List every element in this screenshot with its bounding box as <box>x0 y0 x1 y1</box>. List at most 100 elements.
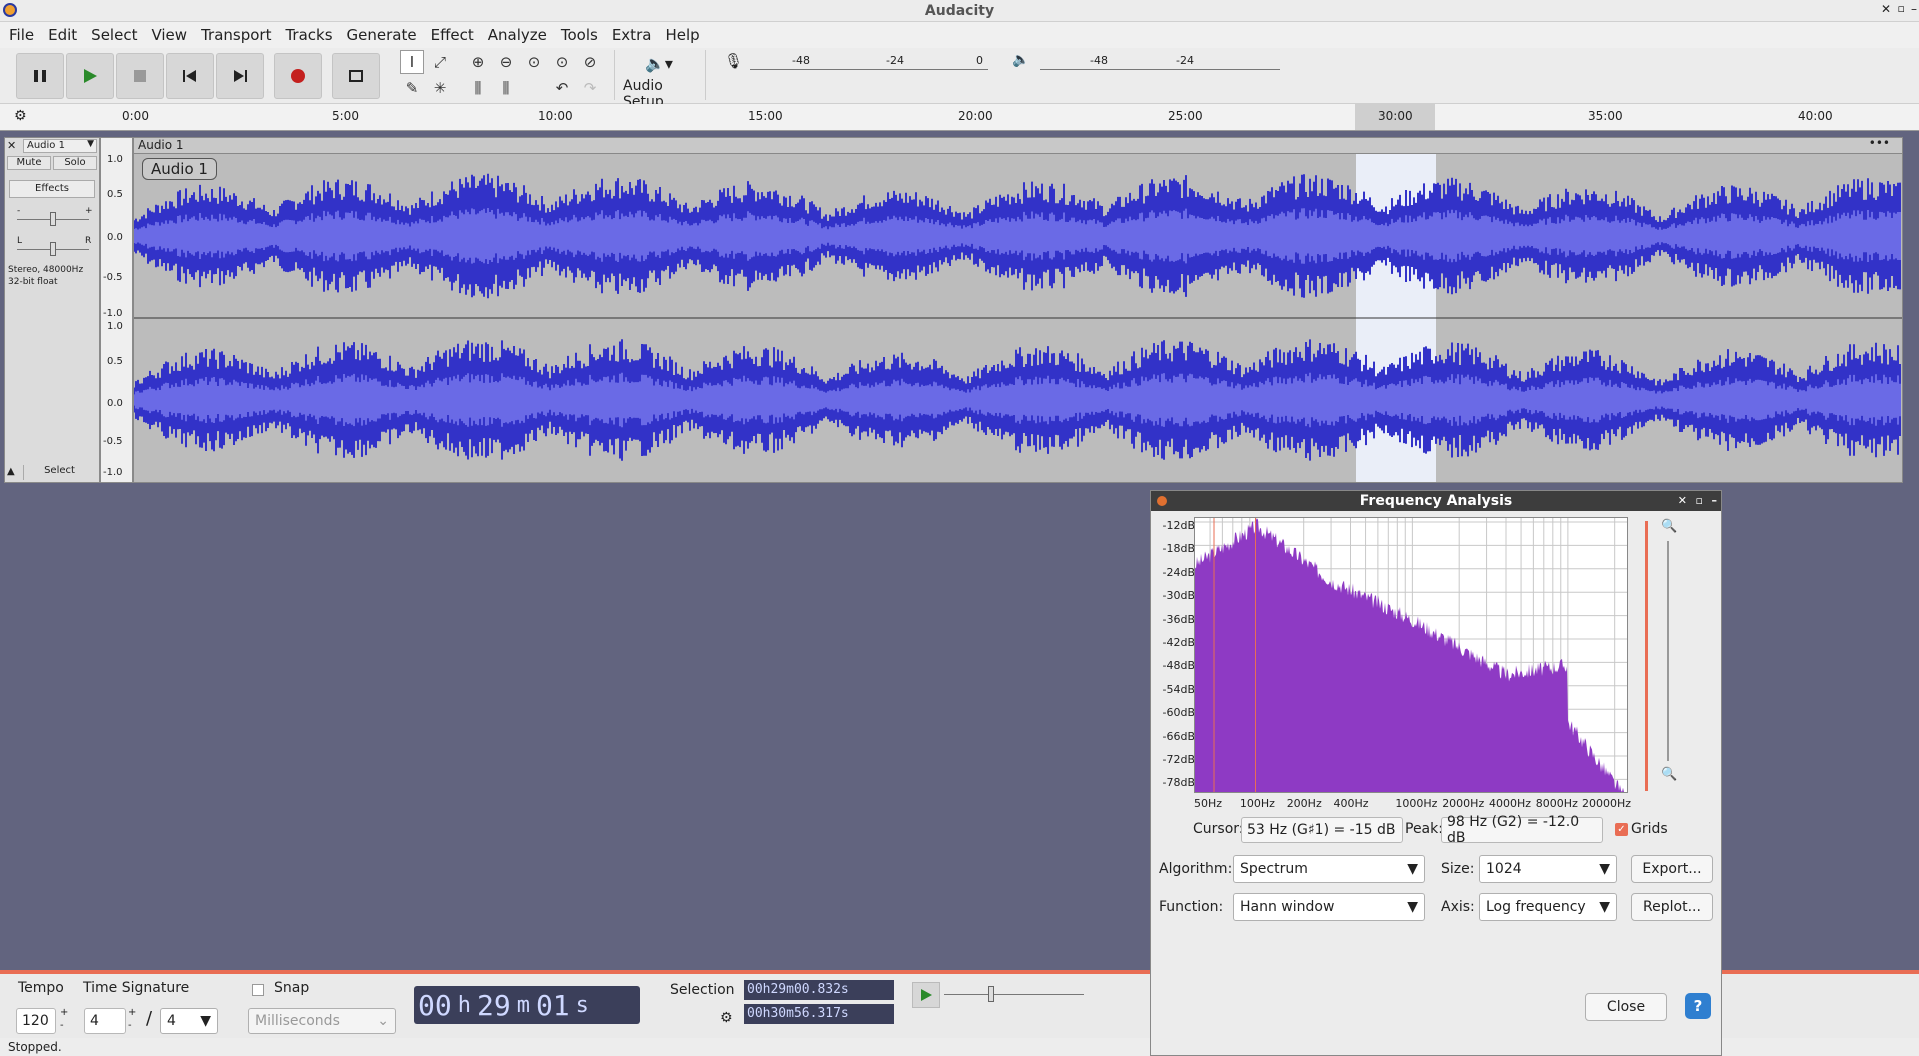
spectrum-scroll[interactable] <box>1645 521 1648 791</box>
microphone-icon[interactable]: 🎙 <box>724 52 743 70</box>
play-at-speed-button[interactable] <box>912 982 940 1008</box>
timeline-settings-icon[interactable]: ⚙ <box>14 108 27 124</box>
algorithm-value: Spectrum <box>1240 861 1308 877</box>
skip-start-button[interactable] <box>166 53 214 99</box>
cursor-label: Cursor: <box>1193 821 1244 837</box>
selection-start[interactable]: 00h29m00.832s <box>744 980 894 1000</box>
audacity-logo-icon <box>3 3 17 17</box>
menu-generate[interactable]: Generate <box>340 26 424 44</box>
menu-file[interactable]: File <box>2 26 41 44</box>
timeline-ruler[interactable]: ⚙ 0:00 5:00 10:00 15:00 20:00 25:00 30:0… <box>0 104 1919 131</box>
menu-transport[interactable]: Transport <box>194 26 278 44</box>
grids-checkbox[interactable]: ✓ <box>1615 823 1628 836</box>
mute-button[interactable]: Mute <box>7 156 51 170</box>
grids-label: Grids <box>1631 821 1668 837</box>
menu-edit[interactable]: Edit <box>41 26 84 44</box>
undo-icon[interactable]: ↶ <box>550 76 574 100</box>
zoom-in-icon[interactable]: 🔍 <box>1661 519 1677 534</box>
pause-button[interactable] <box>16 53 64 99</box>
hz-axis-label: 100Hz <box>1239 797 1275 810</box>
minimize-window-icon[interactable]: – <box>1911 2 1917 16</box>
multi-tool-icon[interactable]: ✳ <box>428 76 452 100</box>
toolbar: I ⤢ ✎ ✳ ⊕ ⊖ ⊙ ⊙ ⊘ ⫼ ⫼ ↶ ↷ 🔈▾ Audio Setup… <box>0 48 1919 110</box>
zoom-out-icon[interactable]: 🔍 <box>1661 767 1677 782</box>
close-button[interactable]: Close <box>1585 993 1667 1021</box>
axis-value: Log frequency <box>1486 899 1586 915</box>
select-track-button[interactable]: Select <box>23 465 95 480</box>
function-value: Hann window <box>1240 899 1335 915</box>
close-window-icon[interactable]: ✕ <box>1881 2 1891 16</box>
maximize-window-icon[interactable]: ▫ <box>1898 2 1905 15</box>
replot-button[interactable]: Replot... <box>1631 893 1713 921</box>
waveform[interactable]: Audio 1 <box>133 153 1903 483</box>
timesig-num-input[interactable]: 4 <box>84 1008 126 1034</box>
loop-button[interactable] <box>332 53 380 99</box>
loop-icon <box>349 70 363 82</box>
track-name: Audio 1 <box>27 140 65 151</box>
selection-tool-icon[interactable]: I <box>400 50 424 74</box>
dialog-maximize-icon[interactable]: ▫ <box>1696 491 1703 511</box>
chevron-down-icon: ▼ <box>87 139 94 149</box>
skip-end-button[interactable] <box>216 53 264 99</box>
trim-icon[interactable]: ⫼ <box>466 76 490 100</box>
dialog-minimize-icon[interactable]: – <box>1712 491 1718 511</box>
menu-bar: File Edit Select View Transport Tracks G… <box>0 22 1919 48</box>
collapse-track-icon[interactable]: ▲ <box>7 466 15 477</box>
menu-tracks[interactable]: Tracks <box>278 26 339 44</box>
zoom-out-icon[interactable]: ⊖ <box>494 50 518 74</box>
draw-tool-icon[interactable]: ✎ <box>400 76 424 100</box>
selection-end[interactable]: 00h30m56.317s <box>744 1004 894 1024</box>
snap-checkbox[interactable] <box>252 984 264 996</box>
play-button[interactable] <box>66 53 114 99</box>
playback-speaker-icon[interactable]: 🔈 <box>1012 52 1029 68</box>
redo-icon[interactable]: ↷ <box>578 76 602 100</box>
playback-speed-slider[interactable] <box>944 994 1084 995</box>
silence-icon[interactable]: ⫼ <box>494 76 518 100</box>
fit-project-icon[interactable]: ⊙ <box>550 50 574 74</box>
effects-button[interactable]: Effects <box>9 180 95 198</box>
menu-select[interactable]: Select <box>84 26 144 44</box>
time-display[interactable]: 00 h 29 m 01 s <box>414 986 640 1024</box>
envelope-tool-icon[interactable]: ⤢ <box>428 50 452 74</box>
tempo-stepper[interactable]: + - <box>60 1006 68 1032</box>
dialog-close-icon[interactable]: ✕ <box>1678 491 1687 511</box>
tempo-input[interactable]: 120 <box>16 1008 56 1034</box>
solo-button[interactable]: Solo <box>53 156 97 170</box>
clip-menu-icon[interactable]: ••• <box>1869 136 1890 150</box>
selection-settings-icon[interactable]: ⚙ <box>720 1010 733 1026</box>
size-select[interactable]: 1024 ▼ <box>1479 855 1617 883</box>
axis-select[interactable]: Log frequency ▼ <box>1479 893 1617 921</box>
stop-button[interactable] <box>116 53 164 99</box>
menu-analyze[interactable]: Analyze <box>481 26 554 44</box>
fit-selection-icon[interactable]: ⊙ <box>522 50 546 74</box>
menu-extra[interactable]: Extra <box>605 26 659 44</box>
playback-meter[interactable]: -48 -24 <box>1040 52 1280 70</box>
zoom-slider[interactable] <box>1667 541 1669 761</box>
timesig-stepper[interactable]: + - <box>128 1006 136 1032</box>
playback-speed-thumb[interactable] <box>988 986 994 1002</box>
algorithm-select[interactable]: Spectrum ▼ <box>1233 855 1425 883</box>
snap-unit-select[interactable]: Milliseconds ⌄ <box>248 1008 396 1034</box>
timesig-den-select[interactable]: 4 ▼ <box>160 1008 218 1034</box>
track-menu[interactable]: Audio 1 ▼ <box>23 139 97 153</box>
gain-minus-label: - <box>17 206 21 216</box>
audio-setup-button[interactable]: 🔈▾ Audio Setup <box>614 50 706 110</box>
function-label: Function: <box>1159 899 1224 915</box>
zoom-toggle-icon[interactable]: ⊘ <box>578 50 602 74</box>
menu-effect[interactable]: Effect <box>424 26 481 44</box>
export-button[interactable]: Export... <box>1631 855 1713 883</box>
menu-help[interactable]: Help <box>658 26 706 44</box>
help-button[interactable]: ? <box>1685 993 1711 1019</box>
record-meter[interactable]: -48 -24 0 <box>750 52 988 70</box>
spectrum-plot[interactable] <box>1194 517 1628 793</box>
close-track-icon[interactable]: ✕ <box>7 139 16 152</box>
db-axis-label: -54dB <box>1162 682 1196 696</box>
function-select[interactable]: Hann window ▼ <box>1233 893 1425 921</box>
menu-view[interactable]: View <box>144 26 194 44</box>
record-button[interactable] <box>274 53 322 99</box>
gain-slider-thumb[interactable] <box>50 212 56 226</box>
menu-tools[interactable]: Tools <box>554 26 605 44</box>
zoom-in-icon[interactable]: ⊕ <box>466 50 490 74</box>
clip-header[interactable]: Audio 1 ••• <box>133 136 1903 153</box>
pan-slider-thumb[interactable] <box>50 242 56 256</box>
